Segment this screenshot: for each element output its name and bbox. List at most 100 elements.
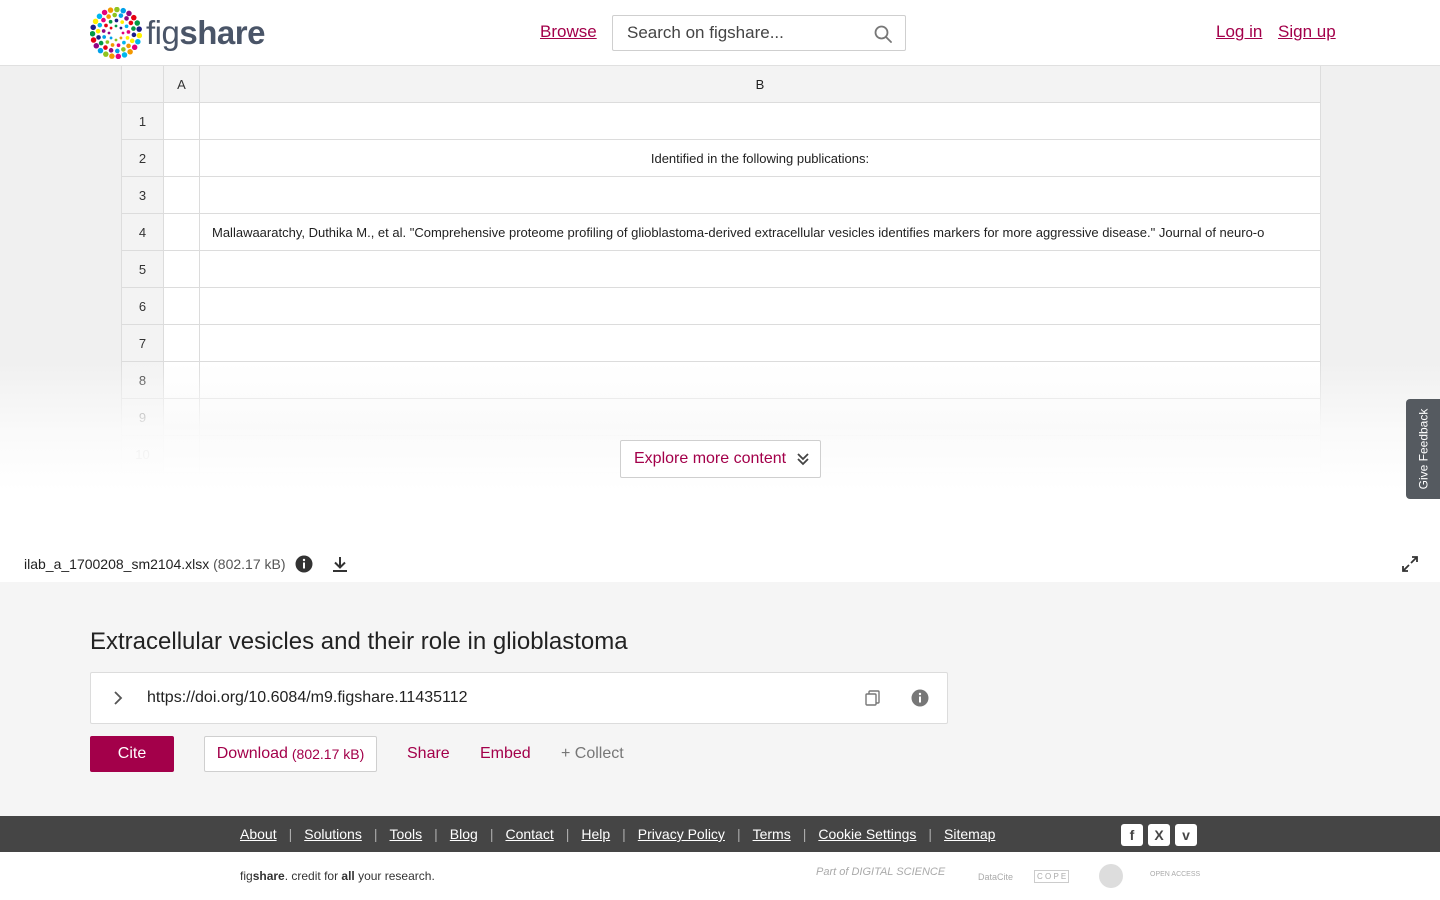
vimeo-icon[interactable]: v	[1175, 824, 1197, 846]
tagline-mid: . credit for	[284, 869, 342, 883]
tagline-end: your research.	[354, 869, 435, 883]
footer-link[interactable]: Blog	[450, 826, 478, 842]
row-number: 4	[122, 214, 164, 250]
logo-dot	[126, 10, 132, 17]
logo-dot	[116, 43, 121, 48]
logo-dot	[115, 48, 120, 54]
doi-link[interactable]: https://doi.org/10.6084/m9.figshare.1143…	[147, 689, 468, 707]
logo-dot	[90, 30, 96, 37]
explore-more-content-button[interactable]: Explore more content	[620, 440, 821, 478]
footer-links: About | Solutions | Tools | Blog | Contact | Help |…	[240, 826, 995, 842]
logo-dot	[108, 48, 114, 53]
item-details: Extracellular vesicles and their role in…	[0, 582, 1440, 816]
logo-dot	[136, 32, 142, 39]
logo-dot	[108, 19, 113, 24]
double-chevron-down-icon	[797, 453, 809, 466]
logo-dot	[101, 29, 106, 33]
tagline-fig: fig	[240, 869, 253, 883]
logo-dot	[120, 20, 125, 25]
cope-logo[interactable]: C O P E	[1034, 870, 1070, 883]
seal-logo[interactable]	[1099, 864, 1123, 888]
logo-dot	[134, 20, 141, 26]
cell-b	[200, 362, 1320, 398]
cell-b	[200, 103, 1320, 139]
share-link[interactable]: Share	[407, 745, 450, 763]
footer-link[interactable]: Help	[581, 826, 610, 842]
cell-b: Identified in the following publications…	[650, 150, 870, 166]
logo-dot	[93, 43, 100, 49]
browse-link[interactable]: Browse	[540, 22, 597, 42]
footer-link[interactable]: Contact	[505, 826, 553, 842]
logo-dot	[115, 53, 122, 59]
give-feedback-tab[interactable]: Give Feedback	[1406, 399, 1440, 499]
fullscreen-icon[interactable]	[1401, 555, 1419, 573]
open-access-logo[interactable]: OPEN ACCESS	[1150, 871, 1200, 878]
search-input[interactable]	[613, 16, 853, 50]
footer-bottom: figshare. credit for all your research. …	[0, 852, 1440, 900]
logo-dot	[95, 28, 101, 34]
footer-link[interactable]: Cookie Settings	[818, 826, 916, 842]
cell-a	[164, 177, 200, 213]
column-header-b: B	[200, 66, 1320, 102]
footer-link[interactable]: Solutions	[304, 826, 362, 842]
logo-dot	[136, 26, 142, 32]
sheet-row: 8	[122, 362, 1320, 399]
logo-dot	[122, 40, 126, 45]
logo-dot	[106, 14, 111, 19]
logo-fig: fig	[146, 14, 180, 51]
embed-link[interactable]: Embed	[480, 745, 531, 763]
footer-link[interactable]: Tools	[389, 826, 422, 842]
logo-dot	[105, 40, 110, 44]
logo-dot	[114, 38, 118, 42]
digital-science-logo[interactable]: Part of DIGITAL SCIENCE	[816, 866, 945, 878]
cell-a	[164, 362, 200, 398]
logo-dot	[96, 13, 103, 20]
logo-dot	[126, 43, 131, 49]
footer-link[interactable]: Terms	[753, 826, 791, 842]
sheet-corner-cell	[122, 66, 164, 102]
logo-dot	[114, 24, 118, 28]
logo-dot	[109, 36, 113, 40]
feedback-label: Give Feedback	[1416, 408, 1430, 490]
footer-separator: |	[434, 826, 438, 842]
logo-dot	[112, 12, 117, 18]
spreadsheet-preview: A B 1 2 Identified in the following public…	[121, 66, 1321, 473]
logo-dot	[114, 7, 120, 13]
sheet-row: 5	[122, 251, 1320, 288]
facebook-icon[interactable]: f	[1121, 824, 1143, 846]
sheet-row: 3	[122, 177, 1320, 214]
figshare-logo[interactable]: figshare	[90, 7, 265, 59]
download-icon[interactable]	[331, 555, 349, 573]
footer-link[interactable]: About	[240, 826, 277, 842]
logo-dot	[131, 14, 137, 21]
signup-link[interactable]: Sign up	[1278, 22, 1336, 42]
doi-box: https://doi.org/10.6084/m9.figshare.1143…	[90, 672, 948, 724]
logo-dot	[110, 43, 115, 47]
datacite-logo[interactable]: DataCite	[978, 872, 1013, 882]
cite-button[interactable]: Cite	[90, 736, 174, 772]
file-size: (802.17 kB)	[213, 556, 286, 572]
footer-separator: |	[622, 826, 626, 842]
x-twitter-icon[interactable]: X	[1148, 824, 1170, 846]
cell-b	[200, 399, 1320, 435]
doi-info-icon[interactable]	[911, 689, 929, 707]
search-icon[interactable]	[873, 24, 893, 44]
logo-dot	[119, 26, 123, 30]
footer-link[interactable]: Sitemap	[944, 826, 995, 842]
logo-dot	[121, 31, 125, 35]
logo-dot	[131, 44, 138, 51]
cell-b	[200, 177, 1320, 213]
file-name: ilab_a_1700208_sm2104.xlsx (802.17 kB)	[24, 556, 286, 572]
collect-link[interactable]: + Collect	[561, 745, 624, 763]
login-link[interactable]: Log in	[1216, 22, 1262, 42]
sheet-row: 7	[122, 325, 1320, 362]
copy-icon[interactable]	[864, 689, 882, 707]
search-box[interactable]	[612, 15, 906, 51]
logo-dot	[135, 38, 141, 45]
file-info-icon[interactable]	[295, 555, 313, 573]
footer-link[interactable]: Privacy Policy	[638, 826, 725, 842]
logo-dot	[124, 24, 129, 29]
sheet-row: 6	[122, 288, 1320, 325]
chevron-right-icon[interactable]	[109, 689, 127, 707]
download-button[interactable]: Download (802.17 kB)	[204, 736, 377, 772]
